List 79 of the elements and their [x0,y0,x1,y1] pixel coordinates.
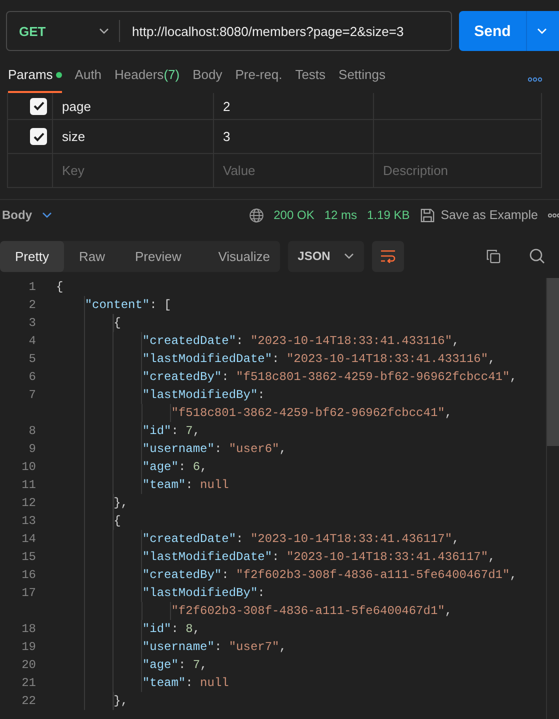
globe-icon[interactable] [248,208,264,222]
param-value: 2 [223,98,230,114]
checkbox[interactable] [30,98,47,114]
code-line: "username": "user7", [56,638,286,656]
line-number: 8 [28,424,36,438]
line-number: 22 [20,694,36,708]
code-line: "f2f602b3-308f-4836-a111-5fe6400467d1", [56,602,452,620]
more-icon[interactable] [548,212,559,218]
line-number: 21 [20,676,36,690]
line-number: 5 [28,352,36,366]
view-tab[interactable]: Visualize [196,240,286,272]
wrap-icon [380,249,396,263]
line-number: 20 [20,658,36,672]
check-icon [32,132,44,142]
line-number: 18 [20,622,36,636]
line-number: 2 [28,298,36,312]
request-tab[interactable]: Auth [74,65,102,93]
view-tab[interactable]: Preview [120,240,196,272]
line-number: 15 [20,550,36,564]
code-line: "createdDate": "2023-10-14T18:33:41.436117", [56,530,460,548]
code-line: { [56,278,64,296]
request-tab[interactable]: Settings [338,65,386,93]
line-number: 7 [28,388,36,402]
response-size[interactable]: 1.19 KB [367,208,410,222]
code-line: "lastModifiedDate": "2023-10-14T18:33:41.433116", [56,350,496,368]
code-line: "lastModifiedBy": [56,386,265,404]
code-line: "createdBy": "f518c801-3862-4259-bf62-96962fcbcc41", [56,368,517,386]
line-number: 10 [20,460,36,474]
url-field[interactable]: http://localhost:8080/members?page=2&size=3 [119,20,451,42]
line-number: 6 [28,370,36,384]
line-number: 11 [20,478,36,492]
line-number: 13 [20,514,36,528]
line-number: 19 [20,640,36,654]
line-number: 1 [28,280,36,294]
code-line: "lastModifiedDate": "2023-10-14T18:33:41.436117", [56,548,496,566]
save-icon [420,208,435,222]
description-field[interactable]: Description [383,163,541,178]
save-as-example-button[interactable]: Save as Example [420,208,538,222]
value-field[interactable]: Value [223,163,373,178]
code-line: "createdDate": "2023-10-14T18:33:41.433116", [56,332,460,350]
request-tab[interactable]: Body [192,65,222,93]
code-line: "username": "user6", [56,440,286,458]
wrap-lines-button[interactable] [372,240,404,272]
response-body-dropdown[interactable]: Body [2,208,32,222]
code-line: "lastModifiedBy": [56,584,265,602]
key-field[interactable]: Key [62,163,213,178]
view-tab[interactable]: Raw [64,240,120,272]
caret-icon [537,28,547,34]
method-dropdown[interactable]: GET [7,20,119,42]
check-icon [32,101,44,111]
caret-icon [99,28,109,34]
param-value: 3 [223,129,230,144]
search-icon[interactable] [529,248,545,264]
response-time[interactable]: 12 ms [324,208,358,222]
param-key: size [62,129,86,144]
request-tab[interactable]: Tests [295,65,326,93]
line-number: 12 [20,496,36,510]
request-tab[interactable]: Headers(7) [114,65,180,93]
code-line: "f518c801-3862-4259-bf62-96962fcbcc41", [56,404,452,422]
line-number: 16 [20,568,36,582]
line-number: 3 [28,316,36,330]
request-tab[interactable]: Params [8,65,62,93]
request-tab[interactable]: Pre-req. [235,65,282,93]
more-icon[interactable] [528,76,542,82]
status-code[interactable]: 200 OK [274,208,314,222]
line-number: 14 [20,532,36,546]
code-line: "content": [ [56,296,172,314]
code-line: "createdBy": "f2f602b3-308f-4836-a111-5fe6400467d1", [56,566,517,584]
line-number: 4 [28,334,36,348]
param-key: page [62,98,91,114]
format-dropdown[interactable]: JSON [288,240,364,272]
copy-icon[interactable] [486,248,501,264]
caret-icon [42,212,52,218]
caret-icon [344,253,354,259]
checkbox[interactable] [30,128,47,145]
line-number: 17 [20,586,36,600]
line-number: 9 [28,442,36,456]
scrollbar[interactable] [546,278,559,719]
view-tab[interactable]: Pretty [0,240,64,272]
